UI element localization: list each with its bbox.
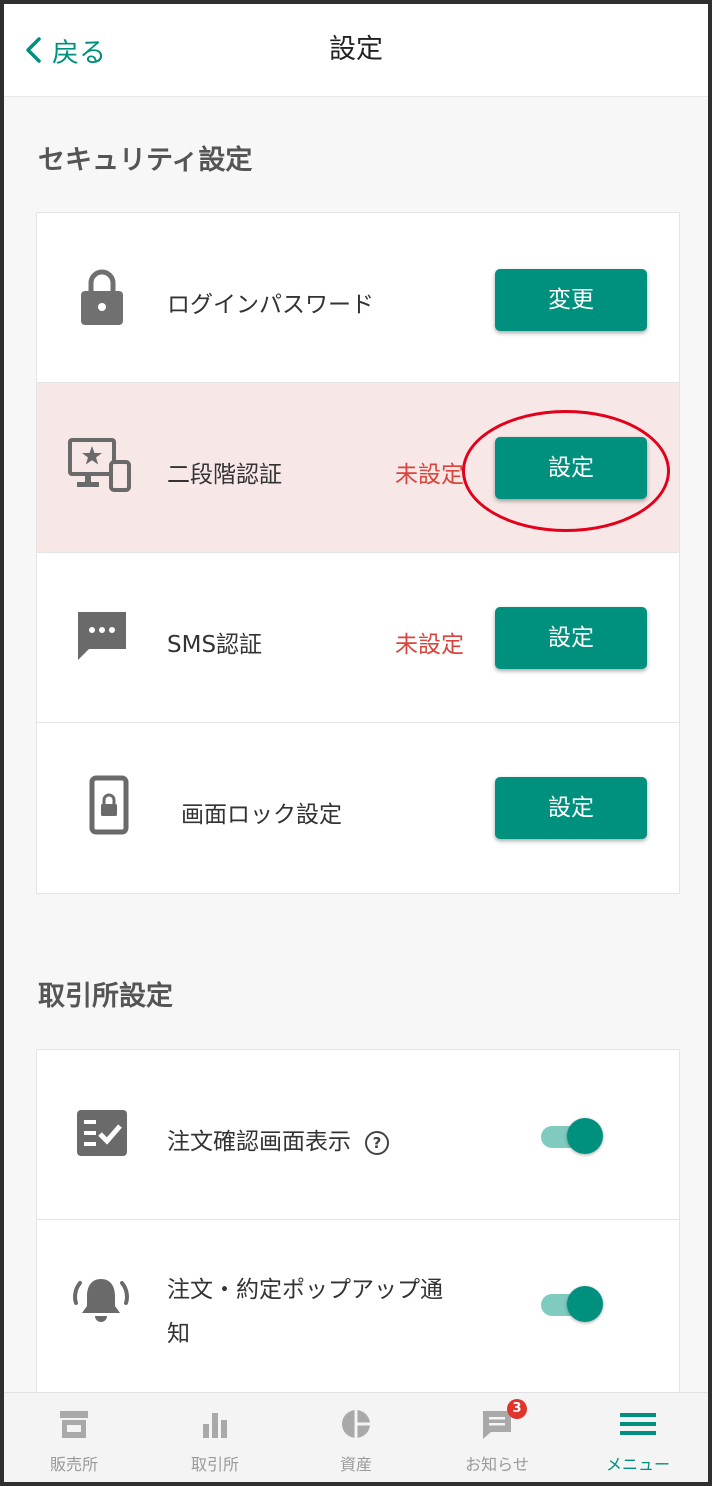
section-title-exchange: 取引所設定 — [38, 981, 173, 1012]
row-order-confirm: 注文確認画面表示? — [37, 1050, 679, 1220]
nav-item-exchange[interactable]: 取引所 — [145, 1393, 285, 1482]
screen-lock-icon — [89, 775, 129, 835]
row-screen-lock: 画面ロック設定 設定 — [37, 723, 679, 893]
row-label: 二段階認証 — [167, 462, 282, 488]
row-sms-auth: SMS認証 未設定 設定 — [37, 553, 679, 723]
hamburger-menu-icon — [620, 1413, 656, 1435]
two-factor-device-icon — [68, 438, 131, 492]
security-card: ログインパスワード 変更 二段階認証 未設定 設定 SMS認証 未設定 設定 画… — [36, 212, 680, 894]
exchange-card: 注文確認画面表示? 注文・約定ポップアップ通 知 — [36, 1049, 680, 1411]
nav-label: お知らせ — [465, 1455, 529, 1474]
row-label-wrap: 注文確認画面表示? — [167, 1122, 389, 1156]
section-title-security: セキュリティ設定 — [38, 145, 253, 176]
status-not-set: 未設定 — [395, 462, 464, 488]
order-confirm-icon — [77, 1110, 127, 1156]
row-label: ログインパスワード — [167, 292, 374, 318]
store-icon — [60, 1411, 88, 1438]
status-not-set: 未設定 — [395, 632, 464, 658]
bottom-nav: 販売所 取引所 資産 3 お知らせ メニュー — [4, 1392, 708, 1482]
page-title: 設定 — [329, 34, 383, 65]
nav-label: 販売所 — [49, 1455, 98, 1474]
nav-label: 取引所 — [190, 1455, 239, 1474]
row-label: 注文確認画面表示 — [167, 1129, 351, 1155]
nav-item-notifications[interactable]: 3 お知らせ — [427, 1393, 567, 1482]
lock-icon — [81, 269, 123, 325]
nav-label: メニュー — [605, 1455, 670, 1474]
setup-screen-lock-button[interactable]: 設定 — [495, 777, 647, 839]
help-icon[interactable]: ? — [365, 1130, 389, 1155]
notification-badge: 3 — [507, 1399, 527, 1419]
toggle-knob — [567, 1118, 603, 1154]
nav-item-store[interactable]: 販売所 — [4, 1393, 144, 1482]
bar-chart-icon — [203, 1413, 227, 1438]
row-label: 画面ロック設定 — [181, 802, 342, 828]
popup-notification-toggle[interactable] — [537, 1286, 603, 1322]
setup-sms-button[interactable]: 設定 — [495, 607, 647, 669]
nav-item-assets[interactable]: 資産 — [286, 1393, 426, 1482]
row-popup-notification: 注文・約定ポップアップ通 知 — [37, 1220, 679, 1390]
change-password-button[interactable]: 変更 — [495, 269, 647, 331]
nav-item-menu[interactable]: メニュー — [568, 1393, 708, 1482]
header-bar: 戻る 設定 — [4, 4, 708, 97]
order-confirm-toggle[interactable] — [537, 1118, 603, 1154]
row-label: SMS認証 — [167, 632, 263, 658]
pie-chart-icon — [342, 1409, 371, 1439]
row-login-password: ログインパスワード 変更 — [37, 213, 679, 383]
row-label-line1: 注文・約定ポップアップ通 — [167, 1277, 443, 1303]
annotation-circle — [462, 410, 670, 532]
row-label-wrap: 注文・約定ポップアップ通 知 — [167, 1268, 443, 1356]
sms-icon — [78, 612, 126, 660]
toggle-knob — [567, 1286, 603, 1322]
bell-icon — [73, 1279, 129, 1322]
row-label-line2: 知 — [167, 1321, 190, 1347]
nav-label: 資産 — [339, 1455, 372, 1474]
app-screen: 戻る 設定 セキュリティ設定 ログインパスワード 変更 二段階認証 未設定 設定… — [4, 4, 708, 1482]
